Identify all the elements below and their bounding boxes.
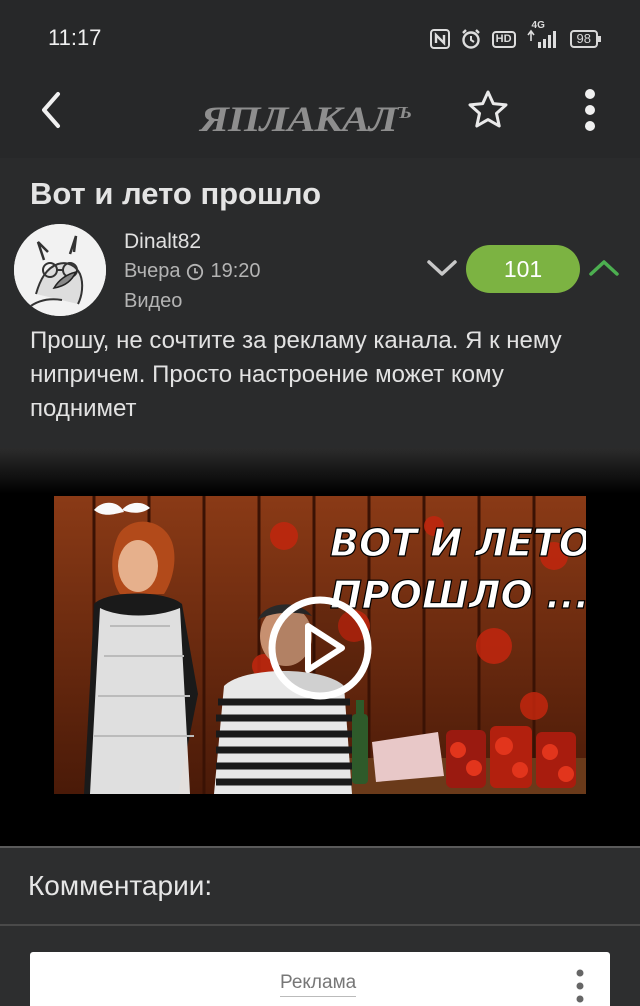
more-vertical-icon <box>585 89 595 131</box>
more-vertical-icon <box>576 969 584 1003</box>
ad-banner[interactable]: Реклама <box>30 952 610 1006</box>
logo-suffix: Ъ <box>396 103 412 123</box>
author-name[interactable]: Dinalt82 <box>124 230 201 254</box>
author-avatar[interactable] <box>14 224 106 316</box>
comments-divider <box>0 924 640 926</box>
post-time: 19:20 <box>210 260 261 282</box>
logo-text: ЯПЛАКАЛ <box>200 100 398 140</box>
post-category[interactable]: Видео <box>124 290 182 313</box>
star-icon <box>468 90 508 128</box>
site-logo[interactable]: ЯПЛАКАЛЪ <box>200 92 440 139</box>
back-button[interactable] <box>30 88 74 132</box>
battery-indicator: 98 <box>569 30 602 48</box>
status-bar: 11:17 HD 4G 98 <box>0 0 640 78</box>
back-arrow-icon <box>42 92 60 128</box>
alarm-icon <box>460 28 482 50</box>
nfc-icon <box>429 29 450 49</box>
post-title: Вот и лето прошло <box>30 176 322 211</box>
favorite-button[interactable] <box>466 88 510 132</box>
post-card: Вот и лето прошло Dinalt82 Вчера 19:20 В… <box>0 158 640 448</box>
comments-section: Комментарии: Реклама <box>0 848 640 1006</box>
post-body-text: Прошу, не сочтите за рекламу канала. Я к… <box>30 327 562 422</box>
status-icons: HD 4G 98 <box>429 20 602 50</box>
post-date-label: Вчера <box>124 260 181 282</box>
signal-icon: 4G <box>526 20 560 49</box>
more-menu-button[interactable] <box>570 86 610 134</box>
post-date: Вчера 19:20 <box>124 260 261 283</box>
ad-label: Реклама <box>280 972 357 997</box>
chevron-down-icon <box>427 260 457 276</box>
comments-title: Комментарии: <box>28 870 213 901</box>
play-icon <box>268 596 372 700</box>
rating-badge: 101 <box>466 245 580 293</box>
video-overlay-line1: ВОТ И ЛЕТО <box>330 521 586 565</box>
status-time: 11:17 <box>48 25 102 50</box>
play-button[interactable] <box>266 594 374 702</box>
vote-up-button[interactable] <box>586 254 622 282</box>
app-header: ЯПЛАКАЛЪ <box>0 78 640 158</box>
hd-badge: HD <box>491 30 516 48</box>
chevron-up-icon <box>589 260 619 276</box>
ad-menu-button[interactable] <box>570 966 590 1006</box>
network-type: 4G <box>531 20 545 31</box>
clock-icon <box>187 263 204 280</box>
vote-down-button[interactable] <box>424 254 460 282</box>
